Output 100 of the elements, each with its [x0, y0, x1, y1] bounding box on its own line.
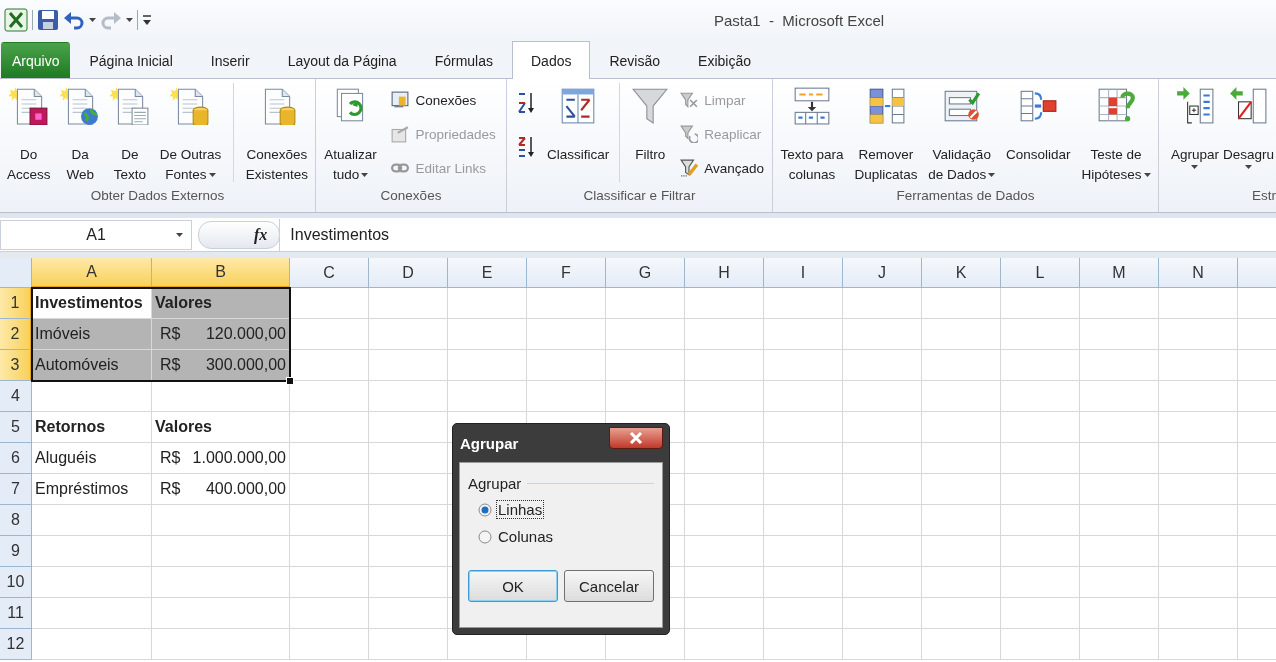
- row-header[interactable]: 5: [0, 412, 32, 443]
- ribbon-button[interactable]: Avançado: [676, 151, 768, 185]
- cell-amount: 300.000,00: [205, 356, 286, 374]
- ribbon-tab[interactable]: Exibição: [679, 42, 770, 78]
- ribbon-tab[interactable]: Revisão: [590, 42, 680, 78]
- column-header[interactable]: H: [685, 258, 764, 288]
- column-header[interactable]: G: [606, 258, 685, 288]
- group-label: Conexões: [379, 188, 443, 205]
- ribbon-button[interactable]: Texto para colunas: [778, 79, 846, 185]
- row-header[interactable]: 10: [0, 567, 32, 598]
- save-icon[interactable]: [37, 9, 59, 31]
- cell-amount: 120.000,00: [205, 325, 286, 343]
- ribbon-tab[interactable]: Layout da Página: [268, 42, 416, 78]
- row-header[interactable]: 6: [0, 443, 32, 474]
- column-header[interactable]: B: [152, 258, 290, 288]
- ribbon-tab[interactable]: Página Inicial: [70, 42, 192, 78]
- ribbon-button[interactable]: Conexões: [387, 83, 500, 117]
- ribbon-button[interactable]: Remover Duplicatas: [852, 79, 920, 185]
- ribbon-button[interactable]: De Outras Fontes: [157, 79, 224, 185]
- clear-filter-icon: [680, 91, 699, 109]
- formula-field[interactable]: Investimentos: [279, 218, 1276, 251]
- row-header[interactable]: 11: [0, 598, 32, 629]
- ribbon-button[interactable]: De Texto: [107, 79, 152, 185]
- row-header[interactable]: 4: [0, 381, 32, 412]
- column-header[interactable]: N: [1159, 258, 1238, 288]
- advanced-filter-icon: [680, 159, 699, 177]
- column-header[interactable]: F: [527, 258, 606, 288]
- ribbon-tab[interactable]: Dados: [512, 41, 591, 79]
- ribbon-tab[interactable]: Inserir: [191, 42, 269, 78]
- ribbon-button[interactable]: Conexões Existentes: [243, 79, 311, 185]
- column-header[interactable]: E: [448, 258, 527, 288]
- group-icon: [1174, 85, 1215, 125]
- file-tab[interactable]: Arquivo: [1, 42, 71, 78]
- ribbon-button[interactable]: Desagru: [1220, 79, 1276, 169]
- cell-amount: 1.000.000,00: [192, 449, 286, 467]
- ribbon-button[interactable]: Teste de Hipóteses: [1079, 79, 1153, 185]
- undo-icon[interactable]: [63, 10, 85, 30]
- group-label: Estr: [1251, 188, 1276, 205]
- group-label: Classificar e Filtrar: [582, 188, 697, 205]
- currency-symbol: R$: [160, 480, 181, 498]
- row-header[interactable]: 2: [0, 319, 32, 350]
- group-label: Obter Dados Externos: [89, 188, 226, 205]
- sort-descending-icon: [517, 135, 535, 159]
- column-header[interactable]: D: [369, 258, 448, 288]
- row-header[interactable]: 12: [0, 629, 32, 660]
- currency-symbol: R$: [160, 356, 181, 374]
- column-header[interactable]: M: [1080, 258, 1159, 288]
- radio-option[interactable]: Colunas: [478, 527, 556, 546]
- properties-icon: [391, 125, 410, 143]
- reapply-icon: [680, 125, 699, 143]
- ungroup-icon: [1228, 85, 1269, 125]
- row-header[interactable]: 8: [0, 505, 32, 536]
- row-header[interactable]: 9: [0, 536, 32, 567]
- customize-icon[interactable]: [142, 14, 152, 26]
- table-cell: Valores: [152, 288, 290, 319]
- ribbon-button[interactable]: Da Web: [58, 79, 103, 185]
- ribbon-button[interactable]: Classificar: [544, 79, 612, 165]
- group-label: Ferramentas de Dados: [895, 188, 1036, 205]
- caret-icon: [126, 18, 133, 22]
- dialog-button[interactable]: OK: [468, 570, 558, 602]
- column-header[interactable]: C: [290, 258, 369, 288]
- dialog-title: Agrupar: [459, 434, 519, 452]
- row-header[interactable]: 1: [0, 288, 32, 319]
- column-header[interactable]: I: [764, 258, 843, 288]
- table-cell: Investimentos: [32, 288, 152, 319]
- window-title: Pasta1 - Microsoft Excel: [714, 11, 885, 29]
- ribbon-button[interactable]: Filtro: [628, 79, 673, 165]
- ribbon-button[interactable]: Do Access: [4, 79, 53, 185]
- close-icon: [629, 432, 643, 444]
- formula-bar-splitter[interactable]: [198, 220, 280, 249]
- column-header[interactable]: J: [843, 258, 922, 288]
- table-cell: Empréstimos: [32, 474, 152, 505]
- table-cell: Valores: [152, 412, 290, 443]
- table-cell: Aluguéis: [32, 443, 152, 474]
- text-document-icon: [109, 85, 150, 125]
- close-button[interactable]: [609, 427, 663, 449]
- column-header: [1238, 258, 1276, 288]
- document-icon: [8, 85, 49, 125]
- database-document-icon: [170, 85, 211, 125]
- ribbon-button[interactable]: Atualizar tudo: [322, 79, 379, 185]
- ribbon-button[interactable]: Agrupar: [1168, 79, 1221, 169]
- cell-amount: 400.000,00: [205, 480, 286, 498]
- currency-symbol: R$: [160, 449, 181, 467]
- caret-icon: [89, 18, 96, 22]
- insert-function-button[interactable]: fx: [254, 225, 268, 244]
- ribbon-tab[interactable]: Fórmulas: [415, 42, 512, 78]
- name-box[interactable]: A1: [0, 219, 192, 250]
- dialog-button[interactable]: Cancelar: [564, 570, 654, 602]
- column-header[interactable]: L: [1001, 258, 1080, 288]
- ribbon-button[interactable]: Validação de Dados: [926, 79, 998, 185]
- excel-logo-icon[interactable]: [4, 8, 28, 32]
- ribbon-button[interactable]: Consolidar: [1004, 79, 1073, 165]
- connections-icon: [391, 91, 410, 109]
- table-cell: Imóveis: [32, 319, 152, 350]
- column-header[interactable]: K: [922, 258, 1001, 288]
- sort-ascending-icon: [517, 91, 535, 115]
- column-header[interactable]: A: [32, 258, 152, 288]
- row-header[interactable]: 7: [0, 474, 32, 505]
- row-header[interactable]: 3: [0, 350, 32, 381]
- caret-icon: [176, 232, 183, 237]
